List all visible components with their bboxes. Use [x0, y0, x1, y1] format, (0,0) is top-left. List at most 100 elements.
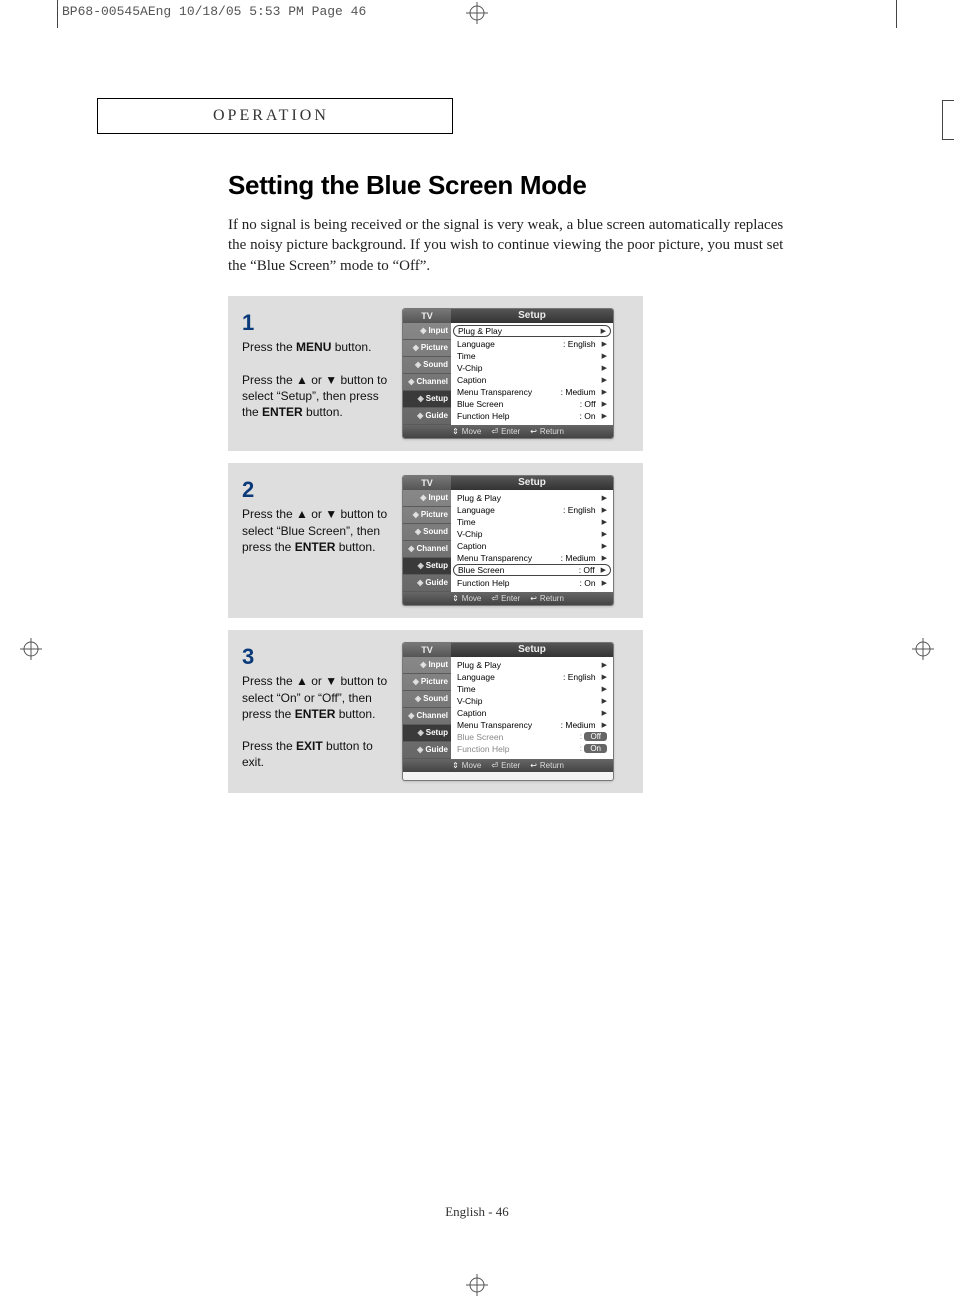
- osd-row: Language: English▶: [453, 338, 611, 350]
- chevron-right-icon: ▶: [602, 697, 607, 705]
- osd-tab-sound: ◈Sound: [403, 691, 451, 708]
- osd-row: Language: English▶: [453, 504, 611, 516]
- osd-screenshot: TVSetup◈Input◈Picture◈Sound◈Channel◈Setu…: [402, 308, 614, 439]
- crop-mark: [896, 0, 897, 28]
- chevron-right-icon: ▶: [602, 412, 607, 420]
- tab-icon: ◈: [418, 724, 424, 741]
- osd-row: Blue Screen: Off: [453, 731, 611, 743]
- chevron-right-icon: ▶: [602, 400, 607, 408]
- tab-icon: ◈: [420, 489, 426, 506]
- osd-row: Menu Transparency: Medium▶: [453, 552, 611, 564]
- osd-sidebar: ◈Input◈Picture◈Sound◈Channel◈Setup◈Guide: [403, 657, 451, 759]
- osd-tab-setup: ◈Setup: [403, 558, 451, 575]
- osd-tab-guide: ◈Guide: [403, 742, 451, 759]
- chevron-right-icon: ▶: [602, 494, 607, 502]
- osd-row: Function Help: On▶: [453, 577, 611, 589]
- chevron-right-icon: ▶: [602, 340, 607, 348]
- osd-row: Caption▶: [453, 707, 611, 719]
- tab-icon: ◈: [413, 506, 419, 523]
- osd-main: Plug & Play▶Language: English▶Time▶V-Chi…: [451, 323, 613, 425]
- osd-tab-sound: ◈Sound: [403, 357, 451, 374]
- tab-icon: ◈: [408, 707, 414, 724]
- osd-hint-move: ⇕Move: [452, 427, 481, 436]
- tab-icon: ◈: [417, 741, 423, 758]
- chevron-right-icon: ▶: [602, 554, 607, 562]
- print-header: BP68-00545AEng 10/18/05 5:53 PM Page 46: [62, 4, 366, 19]
- osd-main: Plug & Play▶Language: English▶Time▶V-Chi…: [451, 657, 613, 759]
- step-number: 3: [242, 642, 392, 672]
- tab-icon: ◈: [418, 390, 424, 407]
- chevron-right-icon: ▶: [602, 376, 607, 384]
- chevron-right-icon: ▶: [601, 327, 606, 335]
- osd-row: Caption▶: [453, 540, 611, 552]
- osd-row: Menu Transparency: Medium▶: [453, 719, 611, 731]
- osd-row: Time▶: [453, 683, 611, 695]
- registration-mark-icon: [466, 2, 488, 24]
- osd-row: V-Chip▶: [453, 528, 611, 540]
- osd-tab-channel: ◈Channel: [403, 708, 451, 725]
- registration-mark-icon: [466, 1274, 488, 1296]
- osd-hint-return: ↩Return: [530, 761, 564, 770]
- chevron-right-icon: ▶: [602, 661, 607, 669]
- osd-row: Menu Transparency: Medium▶: [453, 386, 611, 398]
- tab-icon: ◈: [417, 574, 423, 591]
- osd-sidebar: ◈Input◈Picture◈Sound◈Channel◈Setup◈Guide: [403, 323, 451, 425]
- osd-hint-enter: ⏎Enter: [491, 427, 520, 436]
- osd-menu-title: Setup: [451, 309, 613, 323]
- crop-mark: [57, 0, 58, 28]
- page-title: Setting the Blue Screen Mode: [228, 170, 868, 201]
- chevron-right-icon: ▶: [602, 673, 607, 681]
- step-block: 3Press the ▲ or ▼ button to select “On” …: [228, 630, 643, 793]
- osd-menu-title: Setup: [451, 476, 613, 490]
- osd-tab-input: ◈Input: [403, 323, 451, 340]
- registration-mark-icon: [912, 638, 934, 660]
- tab-icon: ◈: [415, 523, 421, 540]
- step-instruction: Press the MENU button.Press the ▲ or ▼ b…: [242, 339, 392, 420]
- chevron-right-icon: ▶: [602, 364, 607, 372]
- osd-row: Time▶: [453, 516, 611, 528]
- chevron-right-icon: ▶: [602, 352, 607, 360]
- page-notch: [942, 100, 954, 140]
- osd-tab-picture: ◈Picture: [403, 340, 451, 357]
- step-number: 2: [242, 475, 392, 505]
- tab-icon: ◈: [408, 373, 414, 390]
- section-label: OPERATION: [97, 98, 453, 134]
- osd-screenshot: TVSetup◈Input◈Picture◈Sound◈Channel◈Setu…: [402, 475, 614, 606]
- tab-icon: ◈: [413, 673, 419, 690]
- chevron-right-icon: ▶: [602, 530, 607, 538]
- osd-main: Plug & Play▶Language: English▶Time▶V-Chi…: [451, 490, 613, 592]
- page-footer: English - 46: [0, 1204, 954, 1220]
- osd-tab-picture: ◈Picture: [403, 507, 451, 524]
- osd-row: Plug & Play▶: [453, 492, 611, 504]
- osd-tab-picture: ◈Picture: [403, 674, 451, 691]
- osd-row: Language: English▶: [453, 671, 611, 683]
- osd-footer: ⇕Move ⏎Enter ↩Return: [403, 425, 613, 438]
- chevron-right-icon: ▶: [602, 721, 607, 729]
- osd-row: V-Chip▶: [453, 695, 611, 707]
- osd-row: Blue Screen: Off▶: [453, 398, 611, 410]
- osd-footer: ⇕Move ⏎Enter ↩Return: [403, 592, 613, 605]
- step-instruction: Press the ▲ or ▼ button to select “On” o…: [242, 673, 392, 770]
- osd-sidebar: ◈Input◈Picture◈Sound◈Channel◈Setup◈Guide: [403, 490, 451, 592]
- chevron-right-icon: ▶: [602, 579, 607, 587]
- osd-menu-title: Setup: [451, 643, 613, 657]
- osd-tab-setup: ◈Setup: [403, 725, 451, 742]
- osd-tv-label: TV: [403, 476, 451, 490]
- osd-tab-input: ◈Input: [403, 490, 451, 507]
- osd-row: Time▶: [453, 350, 611, 362]
- tab-icon: ◈: [415, 356, 421, 373]
- osd-tab-setup: ◈Setup: [403, 391, 451, 408]
- tab-icon: ◈: [418, 557, 424, 574]
- tab-icon: ◈: [417, 407, 423, 424]
- osd-hint-enter: ⏎Enter: [491, 594, 520, 603]
- osd-hint-move: ⇕Move: [452, 594, 481, 603]
- chevron-right-icon: ▶: [602, 685, 607, 693]
- chevron-right-icon: ▶: [602, 518, 607, 526]
- osd-tv-label: TV: [403, 643, 451, 657]
- osd-hint-return: ↩Return: [530, 594, 564, 603]
- step-instruction: Press the ▲ or ▼ button to select “Blue …: [242, 506, 392, 555]
- osd-tv-label: TV: [403, 309, 451, 323]
- chevron-right-icon: ▶: [601, 566, 606, 574]
- osd-hint-return: ↩Return: [530, 427, 564, 436]
- tab-icon: ◈: [420, 322, 426, 339]
